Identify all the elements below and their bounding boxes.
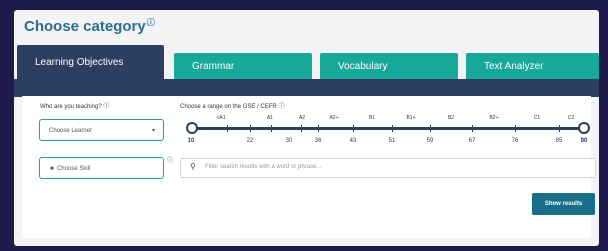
slider-tick: [271, 125, 272, 132]
tab-label: Grammar: [192, 60, 235, 72]
slider-tick: [392, 125, 393, 132]
learner-label: Who are you teaching? ⓘ: [40, 101, 109, 110]
range-label-text: Choose a range on the GSE / CEFR: [180, 104, 277, 110]
skill-select-value: Choose Skill: [56, 166, 91, 172]
gse-min-value: 10: [187, 138, 195, 144]
page-title-text: Choose category: [24, 18, 146, 35]
cefr-label: B2+: [489, 115, 499, 121]
skill-select-content: ■ Choose Skill: [50, 166, 90, 172]
gse-tick-label: 36: [314, 138, 322, 144]
gse-tick-label: 30: [285, 138, 293, 144]
info-circle-icon[interactable]: ⓘ: [103, 104, 109, 110]
gse-tick-label: 59: [426, 138, 434, 144]
search-icon: ⚲: [190, 162, 196, 171]
cefr-label: B1: [368, 115, 376, 121]
tab-vocabulary[interactable]: Vocabulary: [320, 53, 458, 79]
slider-tick: [430, 125, 431, 132]
tab-label: Vocabulary: [338, 60, 388, 72]
slider-tick: [559, 125, 560, 132]
cefr-label: <A1: [216, 115, 226, 121]
cefr-label: B2: [447, 115, 455, 121]
show-results-button[interactable]: Show results: [532, 193, 595, 215]
gse-tick-label: 76: [511, 138, 519, 144]
slider-tick: [301, 125, 302, 132]
tab-content-bar: [14, 79, 599, 97]
slider-tick: [227, 125, 228, 132]
page-title: Choose categoryⓘ: [24, 17, 155, 35]
slider-min-handle[interactable]: [186, 122, 198, 134]
learner-select[interactable]: Choose Learner ▾: [39, 119, 164, 141]
tab-label: Text Analyzer: [484, 60, 544, 72]
tab-learning-objectives[interactable]: Learning Objectives: [17, 45, 164, 79]
gse-tick-label: 22: [246, 138, 254, 144]
slider-tick: [353, 125, 354, 132]
cefr-label: A2+: [329, 115, 339, 121]
tab-label: Learning Objectives: [35, 56, 124, 68]
gse-range-slider[interactable]: [193, 127, 584, 130]
slider-tick: [472, 125, 473, 132]
tab-grammar[interactable]: Grammar: [174, 53, 312, 79]
search-placeholder: Filter search results with a word or phr…: [205, 164, 322, 170]
cefr-label: A2: [298, 115, 306, 121]
info-circle-icon[interactable]: ⓘ: [167, 155, 173, 164]
gse-max-value: 90: [580, 138, 588, 144]
gse-tick-label: 43: [349, 138, 357, 144]
gse-tick-label: 85: [555, 138, 563, 144]
slider-tick: [515, 125, 516, 132]
slider-tick: [318, 125, 319, 132]
slider-max-handle[interactable]: [578, 122, 590, 134]
gse-tick-label: 51: [388, 138, 396, 144]
show-results-label: Show results: [544, 201, 583, 207]
cefr-label: C2: [567, 115, 575, 121]
tab-text-analyzer[interactable]: Text Analyzer: [466, 53, 599, 79]
gse-tick-label: 67: [468, 138, 476, 144]
range-label: Choose a range on the GSE / CEFR ⓘ: [180, 101, 284, 110]
slider-tick: [250, 125, 251, 132]
skill-icon: ■: [50, 166, 54, 172]
chevron-down-icon: ▾: [151, 128, 155, 134]
info-circle-icon[interactable]: ⓘ: [147, 18, 155, 27]
learner-label-text: Who are you teaching?: [40, 104, 102, 110]
skill-select[interactable]: ■ Choose Skill: [39, 157, 164, 179]
category-tabs: Learning Objectives Grammar Vocabulary T…: [14, 45, 599, 81]
learner-select-value: Choose Learner: [49, 128, 93, 134]
cefr-label: C1: [533, 115, 541, 121]
cefr-label: A1: [266, 115, 274, 121]
info-circle-icon[interactable]: ⓘ: [278, 104, 284, 110]
search-field[interactable]: ⚲ Filter search results with a word or p…: [180, 158, 596, 178]
cefr-label: B1+: [406, 115, 416, 121]
